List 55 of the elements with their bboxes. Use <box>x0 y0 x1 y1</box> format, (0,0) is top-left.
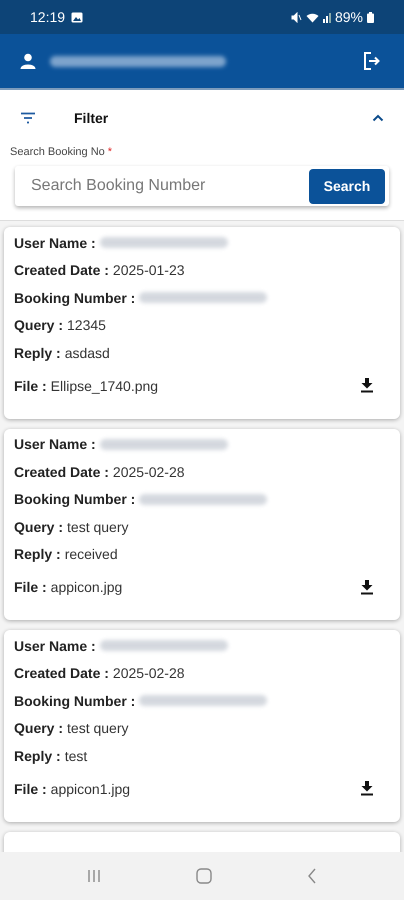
field-label: Booking Number : <box>14 692 136 709</box>
field-label: Search Booking No <box>10 146 105 158</box>
field-value: received <box>64 546 118 562</box>
battery-percent: 89% <box>334 9 363 25</box>
field-value: test query <box>67 720 128 736</box>
field-value: 2025-01-23 <box>112 262 185 278</box>
field-label: Query : <box>14 720 64 736</box>
field-label: Booking Number : <box>14 491 136 508</box>
file-name: appicon.jpg <box>50 579 122 595</box>
search-field[interactable]: Search Booking Number Search <box>15 166 389 206</box>
field-label: User Name : <box>14 234 96 251</box>
field-label: File : <box>14 579 47 595</box>
signal-icon <box>322 12 331 22</box>
field-value: asdasd <box>64 344 110 361</box>
user-icon <box>20 53 36 69</box>
filter-icon <box>20 112 36 124</box>
file-name: appicon1.jpg <box>50 780 130 796</box>
field-label: Query : <box>14 317 64 334</box>
recent-apps-icon[interactable] <box>87 869 102 883</box>
field-label: Created Date : <box>14 464 109 480</box>
field-label: User Name : <box>14 638 96 654</box>
field-label: Booking Number : <box>14 290 136 306</box>
field-label: User Name : <box>14 436 96 452</box>
field-value: 2025-02-28 <box>112 665 185 682</box>
field-label: Reply : <box>14 546 61 562</box>
download-button[interactable] <box>360 378 374 393</box>
wifi-icon <box>306 12 319 22</box>
gallery-icon <box>71 12 84 22</box>
download-icon <box>360 580 374 594</box>
home-icon[interactable] <box>196 868 212 884</box>
chevron-icon <box>372 114 384 122</box>
download-button[interactable] <box>360 580 374 594</box>
download-icon <box>360 781 374 796</box>
field-value: 2025-02-28 <box>112 464 185 480</box>
status-time: 12:19 <box>30 9 66 25</box>
field-label: Reply : <box>14 344 61 361</box>
field-label: Created Date : <box>14 665 109 682</box>
logout-icon <box>362 51 382 71</box>
field-label: File : <box>14 780 47 796</box>
download-icon <box>360 378 374 393</box>
battery-icon <box>367 12 374 22</box>
back-icon[interactable] <box>306 868 317 884</box>
field-label: File : <box>14 378 47 394</box>
field-label: Reply : <box>14 748 61 764</box>
download-button[interactable] <box>360 781 374 796</box>
file-name: Ellipse_1740.png <box>50 378 158 394</box>
required-mark: * <box>108 146 112 158</box>
field-value: test query <box>67 518 128 535</box>
field-label: Query : <box>14 518 64 535</box>
field-value: 12345 <box>67 317 106 334</box>
search-button[interactable]: Search <box>309 168 385 204</box>
mute-icon <box>290 12 302 22</box>
filter-header[interactable]: Filter <box>0 90 404 146</box>
field-label: Created Date : <box>14 262 109 278</box>
field-value: test <box>64 748 88 764</box>
